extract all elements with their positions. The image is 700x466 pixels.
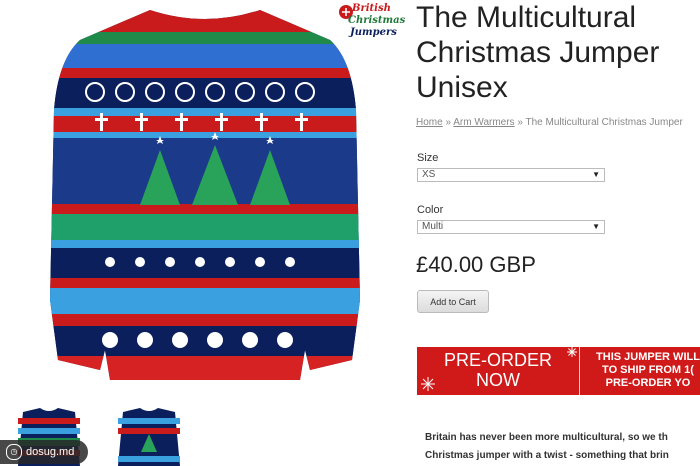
logo-line-1: British	[352, 3, 391, 14]
color-select-value: Multi	[422, 221, 444, 232]
watermark: ◷ dosug.md	[0, 440, 88, 464]
preorder-note-line: THIS JUMPER WILL	[596, 351, 700, 363]
breadcrumb-separator: »	[517, 117, 523, 128]
dropdown-arrow-icon: ▼	[592, 222, 600, 231]
clock-icon: ◷	[6, 444, 22, 461]
logo-line-3: Jumpers	[350, 27, 397, 38]
title-line: The Multicultural	[416, 1, 637, 34]
size-select[interactable]: XS ▼	[417, 168, 605, 182]
watermark-text: dosug.md	[26, 446, 75, 458]
brand-logo[interactable]: British Christmas Jumpers	[338, 2, 405, 46]
preorder-line: NOW	[476, 370, 520, 390]
description-line: Britain has never been more multicultura…	[425, 432, 668, 443]
product-price: £40.00 GBP	[416, 252, 536, 277]
color-select[interactable]: Multi ▼	[417, 220, 605, 234]
preorder-button[interactable]: PRE-ORDER NOW	[417, 347, 580, 395]
breadcrumb-separator: »	[445, 117, 452, 128]
jumper-illustration	[50, 10, 360, 380]
description-line: Christmas jumper with a twist - somethin…	[425, 450, 669, 461]
thumbnail-front-image	[118, 408, 180, 466]
product-title: The Multicultural Christmas Jumper Unise…	[416, 0, 700, 105]
breadcrumb-category-link[interactable]: Arm Warmers	[453, 117, 514, 128]
breadcrumb-current: The Multicultural Christmas Jumper	[525, 117, 683, 128]
size-label: Size	[417, 152, 439, 164]
size-select-value: XS	[422, 169, 436, 180]
title-line: Christmas Jumper	[416, 36, 660, 69]
snowflake-icon	[567, 347, 577, 357]
title-line: Unisex	[416, 71, 508, 104]
snowflake-icon	[421, 377, 435, 391]
color-label: Color	[417, 204, 444, 216]
preorder-note-line: TO SHIP FROM 1(	[602, 364, 694, 376]
logo-line-2: Christmas	[348, 15, 406, 26]
dropdown-arrow-icon: ▼	[592, 170, 600, 179]
product-image[interactable]	[0, 0, 412, 400]
add-to-cart-button[interactable]: Add to Cart	[417, 290, 489, 313]
preorder-button-text: PRE-ORDER NOW	[417, 350, 579, 390]
preorder-note: THIS JUMPER WILL TO SHIP FROM 1( PRE-ORD…	[583, 351, 700, 390]
breadcrumb: Home » Arm Warmers » The Multicultural C…	[416, 117, 700, 128]
preorder-line: PRE-ORDER	[443, 350, 552, 370]
preorder-banner[interactable]: PRE-ORDER NOW THIS JUMPER WILL TO SHIP F…	[417, 347, 700, 395]
thumbnail-front[interactable]	[108, 408, 190, 466]
preorder-note-line: PRE-ORDER YO	[605, 377, 691, 389]
breadcrumb-home-link[interactable]: Home	[416, 117, 443, 128]
